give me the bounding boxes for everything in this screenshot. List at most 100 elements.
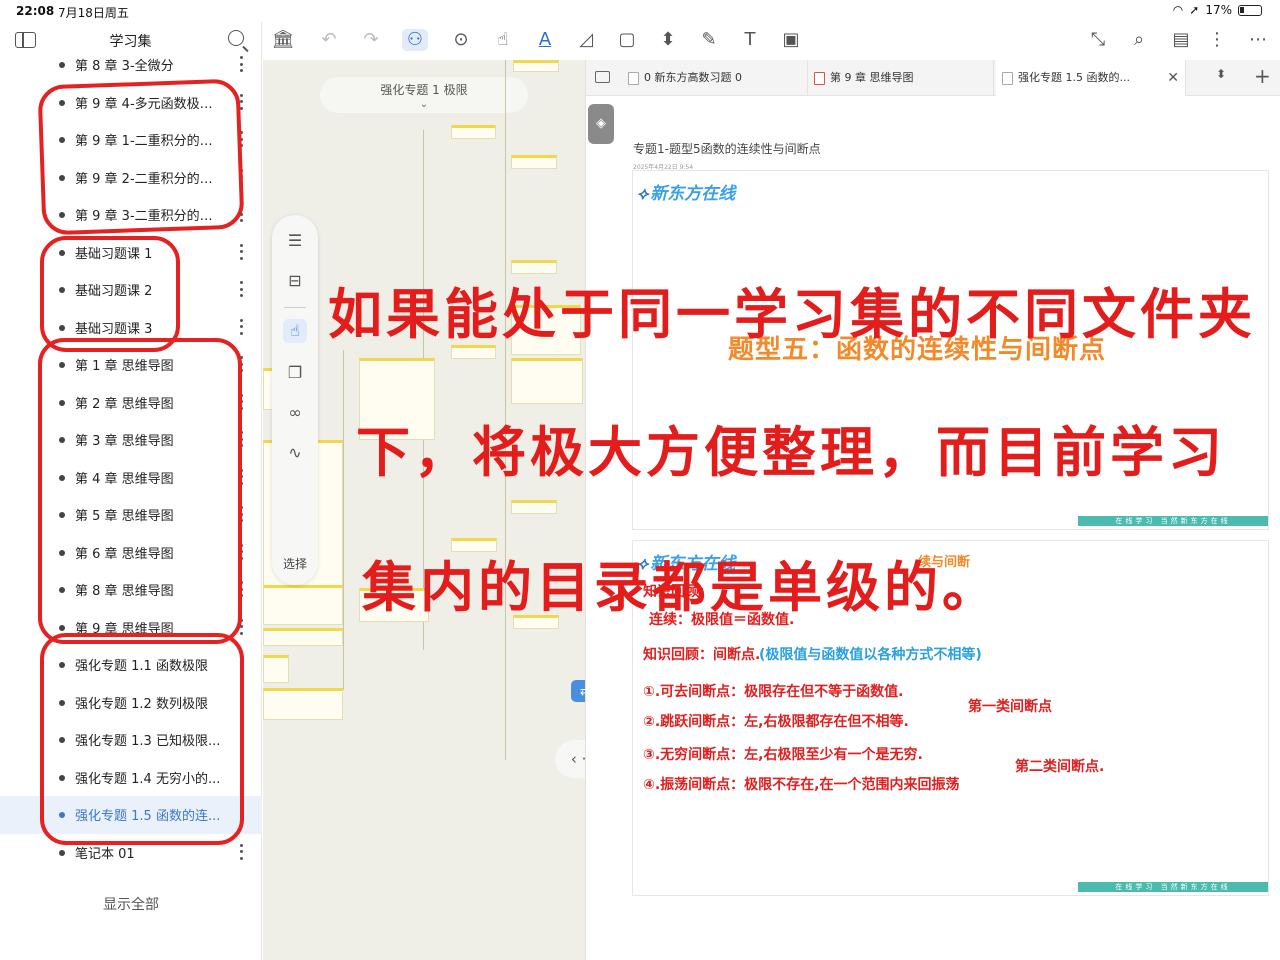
mindmap-node[interactable] bbox=[511, 500, 557, 514]
rectangle-icon[interactable]: ▢ bbox=[615, 29, 639, 51]
more-options-icon[interactable] bbox=[240, 281, 244, 297]
add-tab-icon[interactable]: + bbox=[1254, 64, 1271, 88]
document-pane: 0 新东方高数习题 0 第 9 章 思维导图 强化专题 1.5 函数的... ✕… bbox=[585, 60, 1280, 960]
sidebar-item-label: 第 8 章 3-全微分 bbox=[75, 59, 174, 75]
more-options-icon[interactable] bbox=[240, 318, 244, 335]
tab-label: 第 9 章 思维导图 bbox=[830, 71, 914, 84]
more-options-icon[interactable] bbox=[240, 93, 244, 110]
mindmap-title: 强化专题 1 极限 bbox=[380, 83, 468, 97]
annotation-line: 下，将极大方便整理，而目前学习 bbox=[356, 420, 1226, 484]
curve-icon[interactable]: ∿ bbox=[283, 441, 307, 465]
mindmap-canvas[interactable]: 强化专题 1 极限 ⌄ ☰ ⊟ ☝ ❐ ∞ ∿ 选择 ⇄ ‹ · › bbox=[263, 60, 585, 960]
swap-pane-button[interactable]: ⇄ bbox=[571, 680, 585, 702]
bookmark-icon[interactable]: ▤ bbox=[1169, 29, 1193, 51]
footer-band: 在线学习 当然新东方在线 bbox=[1078, 882, 1268, 892]
shape-icon[interactable]: ◿ bbox=[574, 29, 598, 51]
pdf-file-icon bbox=[814, 72, 825, 85]
more-horizontal-icon[interactable]: ⋯ bbox=[1246, 29, 1270, 51]
handwritten-note: ②.跳跃间断点：左,右极限都存在但不相等. bbox=[643, 714, 909, 730]
mindmap-icon[interactable]: ⚇ bbox=[402, 29, 428, 51]
bullet-icon bbox=[59, 62, 65, 68]
status-time: 22:08 bbox=[16, 4, 55, 18]
tab-mindmap[interactable]: 第 9 章 思维导图 bbox=[808, 60, 994, 96]
annotation-loop bbox=[40, 633, 244, 845]
list-icon[interactable]: ☰ bbox=[283, 229, 307, 253]
brand-text: 新东方在线 bbox=[650, 184, 736, 204]
layers-icon[interactable]: ◈ bbox=[588, 104, 614, 144]
annotation-loop bbox=[37, 78, 245, 236]
tab-bar: 0 新东方高数习题 0 第 9 章 思维导图 强化专题 1.5 函数的... ✕… bbox=[586, 60, 1280, 96]
mindmap-node[interactable] bbox=[263, 585, 343, 625]
handwritten-note: (极限值与函数值以各种方式不相等) bbox=[759, 647, 982, 663]
lasso-icon[interactable]: ⊙ bbox=[449, 29, 473, 51]
tab-sidebar-toggle-icon[interactable] bbox=[595, 71, 610, 83]
status-bar: 22:08 7月18日周五 ◠ ➚ 17% bbox=[0, 0, 1280, 22]
mindmap-node[interactable] bbox=[263, 688, 343, 720]
tab-label: 强化专题 1.5 函数的... bbox=[1018, 71, 1130, 84]
layout-icon[interactable]: ⊟ bbox=[283, 269, 307, 293]
select-hand-icon[interactable]: ☝ bbox=[283, 319, 307, 343]
chevron-down-icon: ⌄ bbox=[419, 99, 429, 110]
brand-mark-icon: ⟡ bbox=[637, 184, 649, 204]
redo-icon[interactable]: ↷ bbox=[359, 29, 383, 51]
undo-icon[interactable]: ↶ bbox=[317, 29, 341, 51]
mindmap-node[interactable] bbox=[263, 628, 343, 646]
main-toolbar: 🏛 ↶ ↷ ⚇ ⊙ ☝ A ◿ ▢ ⬍ ✎ T ▣ ⤡ ⌕ ▤ ⋮ ⋯ bbox=[263, 22, 1280, 60]
mindmap-connector bbox=[343, 350, 344, 690]
tab-notes[interactable]: 0 新东方高数习题 0 bbox=[622, 60, 808, 96]
annotation-loop bbox=[38, 338, 242, 644]
link-icon[interactable]: ∞ bbox=[283, 401, 307, 425]
mindmap-node[interactable] bbox=[263, 655, 289, 683]
pane-resize-handle[interactable]: ‹ · › bbox=[555, 740, 585, 778]
resize-icon[interactable]: ⬍ bbox=[656, 29, 680, 51]
mindmap-node[interactable] bbox=[451, 125, 496, 139]
more-options-icon[interactable] bbox=[240, 56, 244, 72]
file-icon bbox=[1002, 72, 1013, 85]
show-all-button[interactable]: 显示全部 bbox=[0, 894, 262, 914]
battery-icon bbox=[1238, 4, 1262, 16]
textbox-icon[interactable]: T bbox=[738, 29, 762, 51]
footer-band: 在线学习 当然新东方在线 bbox=[1078, 516, 1268, 526]
wifi-icon: ◠ bbox=[1172, 3, 1184, 17]
status-right: ◠ ➚ 17% bbox=[1173, 3, 1262, 17]
search-doc-icon[interactable]: ⌕ bbox=[1127, 29, 1151, 51]
tab-label: 0 新东方高数习题 0 bbox=[644, 71, 742, 84]
sidebar-item[interactable]: 第 8 章 3-全微分 bbox=[0, 46, 262, 84]
document-title: 专题1-题型5函数的连续性与间断点 bbox=[633, 142, 821, 156]
sort-icon[interactable]: ⬍ bbox=[1216, 67, 1226, 81]
more-options-icon[interactable] bbox=[240, 843, 244, 860]
annotation-line: 集内的目录都是单级的。 bbox=[362, 555, 1000, 619]
collapse-icon[interactable]: ⤡ bbox=[1086, 29, 1110, 51]
bullet-icon bbox=[59, 849, 65, 856]
image-icon[interactable]: ▣ bbox=[779, 29, 803, 51]
handwritten-note: ③.无穷间断点：左,右极限至少有一个是无穷. bbox=[643, 747, 923, 763]
handwritten-note: 第一类间断点 bbox=[968, 699, 1052, 715]
mindmap-node[interactable] bbox=[511, 358, 583, 404]
battery-level: 17% bbox=[1205, 3, 1232, 17]
annotation-line: 如果能处于同一学习集的不同文件夹 bbox=[328, 282, 1256, 346]
handwritten-note: ①.可去间断点：极限存在但不等于函数值. bbox=[643, 684, 904, 700]
mindmap-node[interactable] bbox=[511, 155, 557, 169]
file-icon bbox=[628, 72, 639, 85]
select-tool-label: 选择 bbox=[282, 557, 307, 571]
library-icon[interactable]: 🏛 bbox=[271, 29, 295, 51]
mindmap-node[interactable] bbox=[513, 60, 559, 72]
more-options-icon[interactable] bbox=[240, 243, 244, 260]
hand-icon[interactable]: ☝ bbox=[491, 29, 515, 51]
pen-icon[interactable]: ✎ bbox=[697, 29, 721, 51]
search-icon[interactable] bbox=[228, 30, 244, 46]
more-vertical-icon[interactable]: ⋮ bbox=[1205, 29, 1229, 51]
status-date: 7月18日周五 bbox=[58, 6, 129, 20]
close-tab-icon[interactable]: ✕ bbox=[1167, 60, 1179, 96]
document-meta: 2025年4月22日 9:54 bbox=[633, 164, 694, 171]
tab-active-document[interactable]: 强化专题 1.5 函数的... ✕ bbox=[996, 60, 1186, 96]
handwritten-note: ④.振荡间断点：极限不存在,在一个范围内来回振荡 bbox=[643, 777, 960, 793]
handwritten-note: 第二类间断点. bbox=[1015, 759, 1105, 775]
text-style-icon[interactable]: A bbox=[533, 29, 557, 51]
annotation-loop bbox=[40, 236, 180, 352]
copy-icon[interactable]: ❐ bbox=[283, 361, 307, 385]
floating-toolbar: ☰ ⊟ ☝ ❐ ∞ ∿ 选择 bbox=[272, 215, 318, 585]
mindmap-title-pill[interactable]: 强化专题 1 极限 ⌄ bbox=[320, 77, 528, 113]
brand-logo: ⟡ 新东方在线 bbox=[637, 179, 735, 204]
toolbar-divider bbox=[284, 307, 306, 308]
